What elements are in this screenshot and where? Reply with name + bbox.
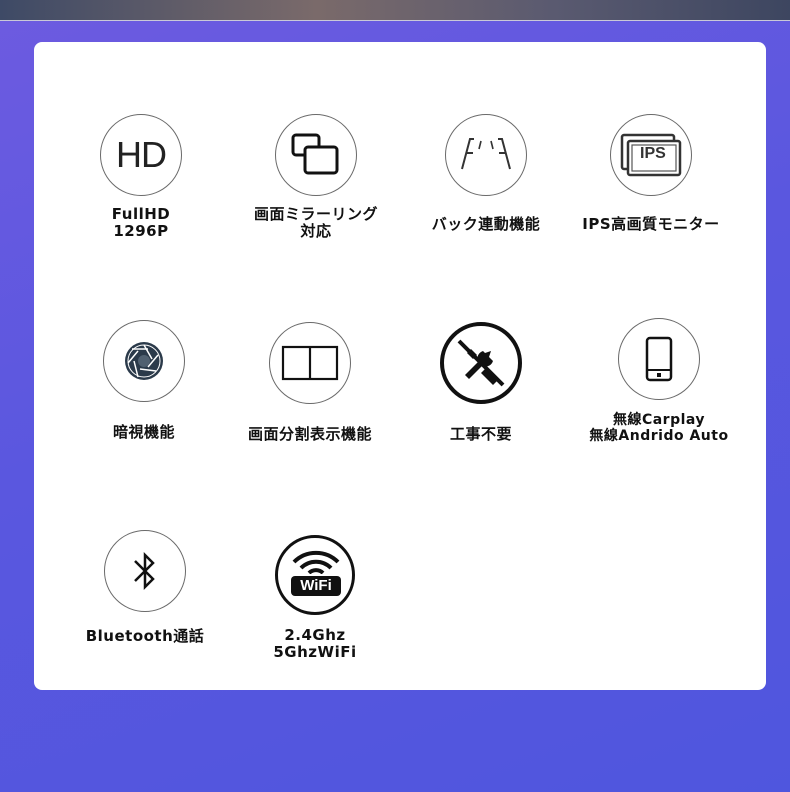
bluetooth-icon xyxy=(104,530,186,612)
screen-mirroring-icon xyxy=(275,114,357,196)
no-installation-tools-icon xyxy=(440,322,522,404)
feature-label: 画面分割表示機能 xyxy=(247,425,372,443)
feature-wifi: WiFi 2.4Ghz 5GhzWiFi xyxy=(230,535,400,661)
wifi-icon-text: WiFi xyxy=(291,576,341,596)
feature-label: IPS高画質モニター xyxy=(582,215,720,233)
feature-wireless-carplay: 無線Carplay 無線Andrido Auto xyxy=(574,318,744,444)
feature-label: Bluetooth通話 xyxy=(85,627,205,645)
feature-label: 工事不要 xyxy=(449,425,512,443)
hd-icon: HD xyxy=(100,114,182,196)
top-window-strip xyxy=(0,0,790,21)
wifi-icon: WiFi xyxy=(275,535,355,615)
feature-night-vision: 暗視機能 xyxy=(59,320,229,441)
hd-icon-text: HD xyxy=(116,134,167,175)
split-screen-icon xyxy=(269,322,351,404)
feature-label: 画面ミラーリング 対応 xyxy=(253,205,378,240)
rear-camera-lines-icon xyxy=(445,114,527,196)
feature-label: バック連動機能 xyxy=(431,215,541,233)
feature-split-screen: 画面分割表示機能 xyxy=(225,322,395,443)
feature-rear-camera: バック連動機能 xyxy=(401,114,571,233)
feature-fullhd: HD FullHD 1296P xyxy=(56,114,226,240)
feature-label: 無線Carplay 無線Andrido Auto xyxy=(589,412,729,444)
feature-label: 暗視機能 xyxy=(112,423,175,441)
feature-panel: HD FullHD 1296P 画面ミラーリング 対応 バック連動機能 IPS … xyxy=(34,42,766,690)
feature-no-installation: 工事不要 xyxy=(396,322,566,443)
feature-label: 2.4Ghz 5GhzWiFi xyxy=(273,626,357,661)
ips-icon-text: IPS xyxy=(640,145,666,162)
smartphone-icon xyxy=(618,318,700,400)
feature-bluetooth: Bluetooth通話 xyxy=(60,530,230,645)
night-vision-aperture-icon xyxy=(103,320,185,402)
feature-screen-mirroring: 画面ミラーリング 対応 xyxy=(231,114,401,240)
feature-ips-monitor: IPS IPS高画質モニター xyxy=(566,114,736,233)
feature-label: FullHD 1296P xyxy=(111,205,171,240)
ips-monitor-icon: IPS xyxy=(610,114,692,196)
